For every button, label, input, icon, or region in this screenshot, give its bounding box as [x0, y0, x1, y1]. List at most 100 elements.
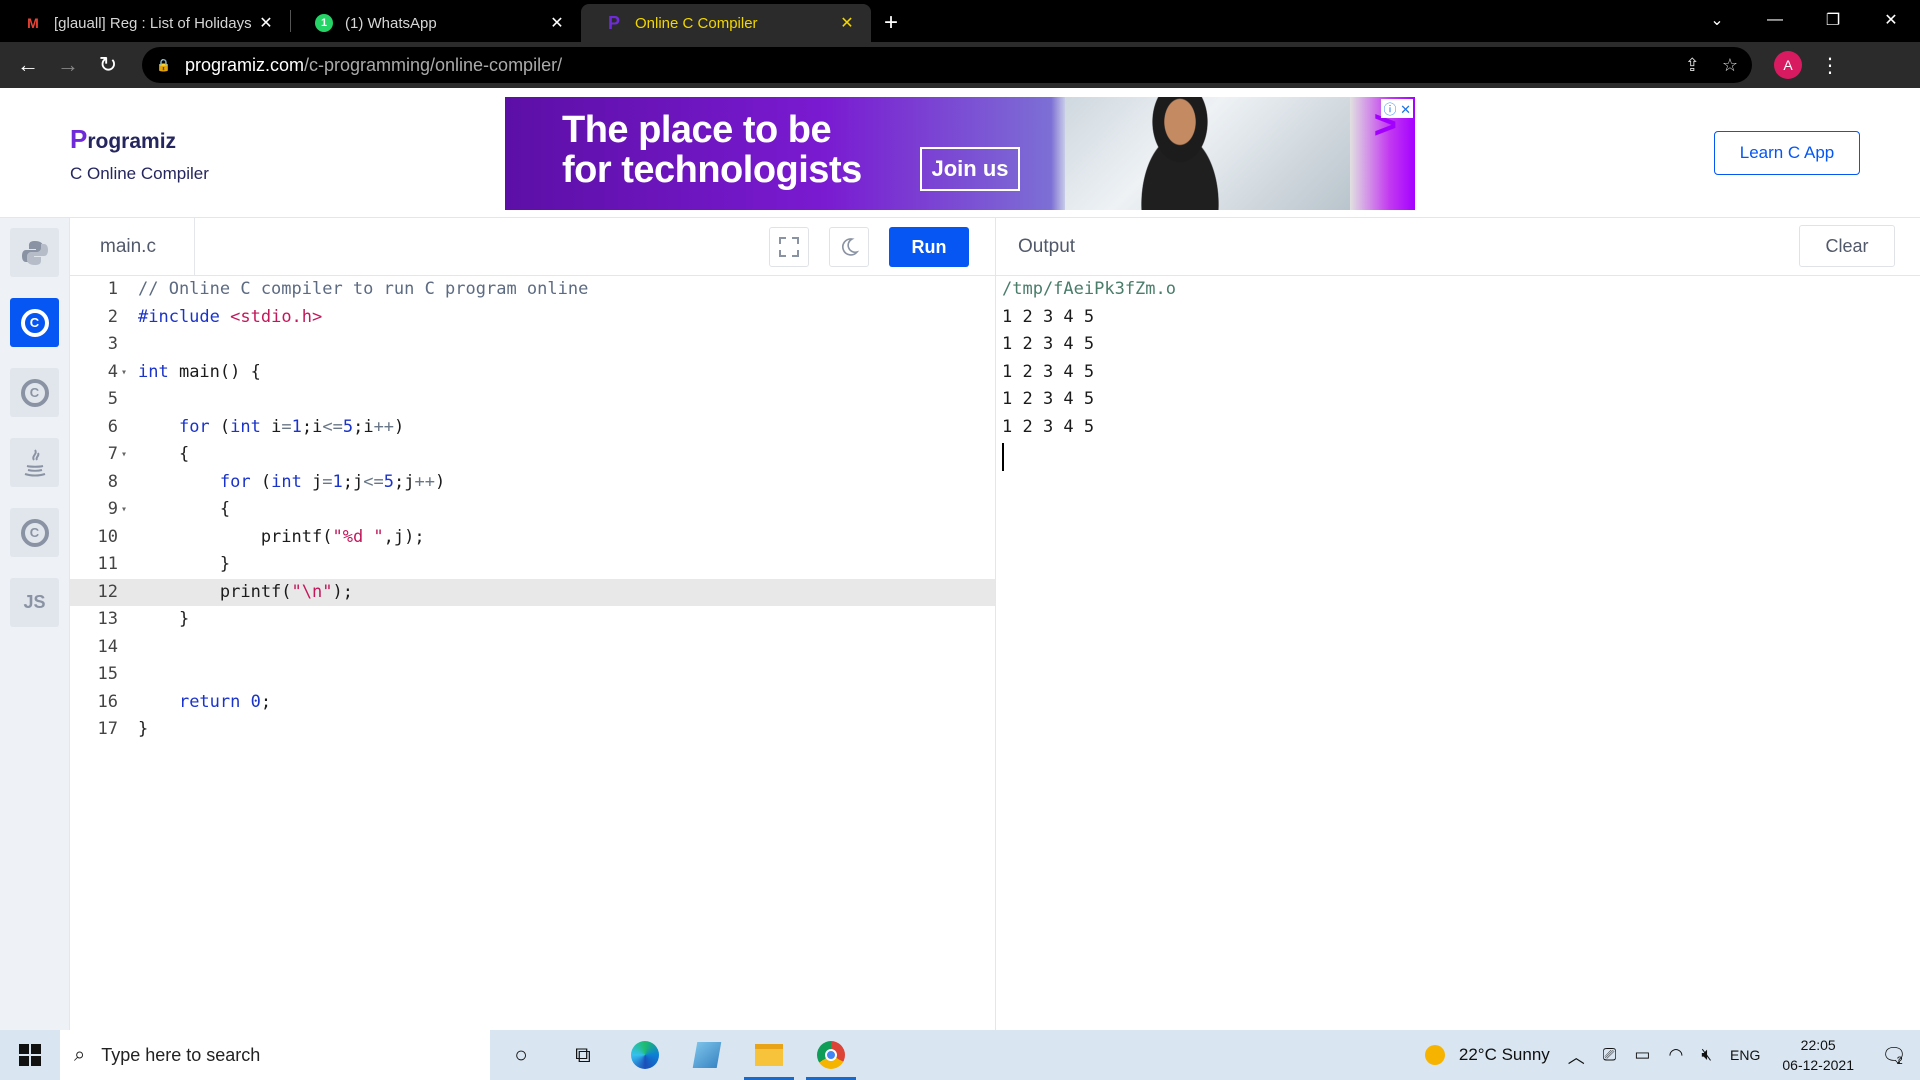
- minimize-button[interactable]: —: [1746, 0, 1804, 40]
- code-text: for (int j=1;j<=5;j++): [219, 471, 446, 492]
- c-icon[interactable]: C: [10, 298, 59, 347]
- output-line: 1 2 3 4 5: [1002, 361, 1095, 382]
- weather-sun-icon[interactable]: [1424, 1045, 1445, 1065]
- browser-menu-icon[interactable]: ⋮: [1820, 53, 1840, 78]
- task-view-icon[interactable]: ⧉: [552, 1030, 614, 1080]
- output-line: 1 2 3 4 5: [1002, 389, 1095, 409]
- ad-headline: The place to be for technologists: [562, 110, 862, 190]
- file-tab-main-c[interactable]: main.c: [70, 218, 195, 276]
- battery-icon[interactable]: ▭: [1634, 1045, 1650, 1065]
- restore-button[interactable]: ❐: [1804, 0, 1862, 40]
- ad-join-button[interactable]: Join us: [920, 147, 1020, 191]
- edge-icon[interactable]: [614, 1030, 676, 1080]
- taskbar-search-box[interactable]: ⌕ Type here to search: [60, 1030, 490, 1080]
- cpp-icon[interactable]: C: [10, 368, 59, 417]
- ad-person-image: [1120, 97, 1240, 210]
- close-window-button[interactable]: ✕: [1862, 0, 1920, 40]
- code-line: 6 for (int i=1;i<=5;i++): [70, 414, 995, 442]
- cortana-icon[interactable]: ○: [490, 1030, 552, 1080]
- omnibox-actions: ⇪ ☆: [1685, 55, 1738, 76]
- notification-count: 2: [1896, 1055, 1903, 1067]
- tab-whatsapp[interactable]: 1 (1) WhatsApp ✕: [291, 4, 581, 42]
- tab-search-icon[interactable]: ⌄: [1688, 0, 1746, 40]
- wifi-icon[interactable]: ◠: [1668, 1045, 1683, 1065]
- volume-muted-icon[interactable]: 🔇︎: [1701, 1045, 1712, 1065]
- window-controls: ⌄ — ❐ ✕: [1688, 0, 1920, 40]
- fold-arrow-icon[interactable]: ▾: [121, 359, 127, 387]
- code-text: }: [138, 609, 190, 629]
- search-icon: ⌕: [74, 1043, 86, 1066]
- code-text: return 0;: [178, 691, 272, 712]
- fold-arrow-icon[interactable]: ▾: [121, 441, 127, 469]
- weather-text[interactable]: 22°C Sunny: [1459, 1045, 1550, 1065]
- line-number: 7: [107, 444, 118, 464]
- url-text: programiz.com/c-programming/online-compi…: [185, 55, 562, 76]
- back-button[interactable]: ←: [8, 45, 48, 85]
- whatsapp-icon: 1: [315, 14, 333, 32]
- new-tab-button[interactable]: +: [871, 4, 911, 42]
- logo-mark: P: [70, 124, 88, 154]
- notepad-icon[interactable]: [676, 1030, 738, 1080]
- input-language[interactable]: ENG: [1730, 1047, 1760, 1063]
- address-bar[interactable]: 🔒 programiz.com/c-programming/online-com…: [142, 47, 1752, 83]
- close-tab-icon[interactable]: ✕: [837, 13, 857, 33]
- forward-button[interactable]: →: [48, 45, 88, 85]
- page-subtitle: C Online Compiler: [70, 164, 209, 183]
- cpp-language-glyph: C: [20, 378, 49, 407]
- line-number: 15: [97, 664, 118, 684]
- javascript-icon[interactable]: JS: [10, 578, 59, 627]
- profile-avatar[interactable]: A: [1774, 51, 1802, 79]
- file-explorer-icon[interactable]: [738, 1030, 800, 1080]
- programiz-logo[interactable]: Programiz: [70, 124, 176, 155]
- code-line: 11 }: [70, 551, 995, 579]
- share-icon[interactable]: ⇪: [1685, 55, 1700, 76]
- code-editor[interactable]: 1 // Online C compiler to run C program …: [70, 276, 995, 1030]
- tab-online-c-compiler[interactable]: P Online C Compiler ✕: [581, 4, 871, 42]
- output-line: 1 2 3 4 5: [1002, 306, 1095, 327]
- fold-arrow-icon[interactable]: ▾: [121, 496, 127, 524]
- code-line: 7 ▾ {: [70, 441, 995, 469]
- fullscreen-icon[interactable]: [769, 227, 809, 267]
- ad-headline-line-2: for technologists: [562, 149, 862, 191]
- ad-close-icon[interactable]: ⓘ ✕: [1381, 99, 1413, 118]
- bookmark-star-icon[interactable]: ☆: [1722, 55, 1738, 76]
- line-number: 3: [107, 334, 118, 354]
- line-number: 14: [97, 636, 118, 657]
- code-text: for (int i=1;i<=5;i++): [178, 416, 405, 437]
- reload-button[interactable]: ↻: [88, 45, 128, 85]
- code-line: 9 ▾ {: [70, 496, 995, 524]
- code-line: 10 printf("%d ",j);: [70, 524, 995, 552]
- java-icon[interactable]: [10, 438, 59, 487]
- url-host: programiz.com: [184, 54, 304, 75]
- close-tab-icon[interactable]: ✕: [547, 13, 567, 33]
- clock[interactable]: 22:05 06-12-2021: [1782, 1035, 1854, 1075]
- clock-time: 22:05: [1800, 1037, 1836, 1053]
- code-line: 17 }: [70, 716, 995, 744]
- code-text: #include <stdio.h>: [138, 306, 323, 327]
- ad-banner[interactable]: The place to be for technologists Join u…: [505, 97, 1415, 210]
- python-icon[interactable]: [10, 228, 59, 277]
- lock-icon[interactable]: 🔒: [156, 58, 171, 72]
- csharp-icon[interactable]: C: [10, 508, 59, 557]
- code-text: {: [138, 499, 231, 519]
- dark-mode-moon-icon[interactable]: [829, 227, 869, 267]
- run-button[interactable]: Run: [889, 227, 969, 267]
- language-sidebar: C C C JS: [0, 218, 70, 1030]
- code-line: 4 ▾ int main() {: [70, 359, 995, 387]
- notification-center-icon[interactable]: 🗨︎ 2: [1872, 1035, 1912, 1075]
- close-tab-icon[interactable]: ✕: [256, 13, 276, 33]
- code-text: int main() {: [138, 361, 261, 382]
- clear-button[interactable]: Clear: [1799, 225, 1895, 267]
- show-hidden-icons-chevron-icon[interactable]: ︿: [1568, 1043, 1585, 1068]
- chrome-icon[interactable]: [800, 1030, 862, 1080]
- meet-now-icon[interactable]: ⎚: [1603, 1045, 1617, 1065]
- url-path: /c-programming/online-compiler/: [303, 54, 563, 75]
- ad-headline-line-1: The place to be: [562, 109, 832, 151]
- tab-gmail[interactable]: M [glauall] Reg : List of Holidays in ✕: [0, 4, 290, 42]
- windows-start-icon[interactable]: [0, 1030, 60, 1080]
- code-line: 14: [70, 634, 995, 662]
- output-console[interactable]: /tmp/fAeiPk3fZm.o 1 2 3 4 5 1 2 3 4 5 1 …: [995, 276, 1920, 1030]
- learn-c-app-button[interactable]: Learn C App: [1714, 131, 1860, 175]
- editor-toolbar: main.c Run: [70, 218, 995, 276]
- code-line-active: 12 printf("\n");: [70, 578, 995, 606]
